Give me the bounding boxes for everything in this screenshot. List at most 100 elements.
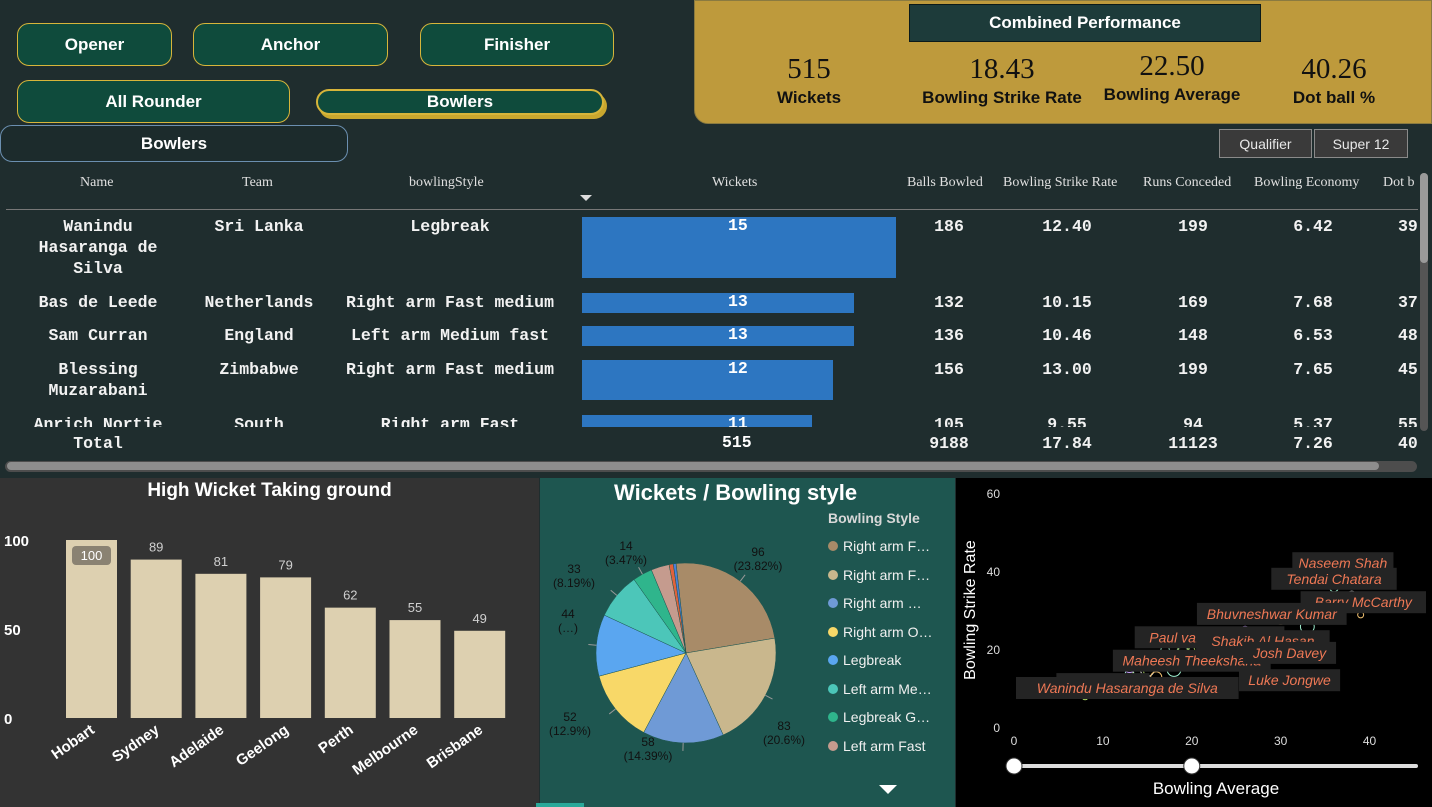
section-label-text: Bowlers: [140, 133, 208, 153]
x-tick-label: 10: [1096, 734, 1110, 748]
table-row-2-style: Right arm Fast medium: [346, 293, 554, 312]
range-slider-max-handle[interactable]: [1183, 757, 1201, 775]
col-header-bowling-style[interactable]: bowlingStyle: [409, 175, 484, 191]
wickets-bar: [582, 415, 813, 427]
legend-scroll-down-icon[interactable]: [879, 785, 897, 794]
legend-item[interactable]: Right arm F…: [828, 561, 953, 590]
total-runs: 11123: [1168, 434, 1218, 453]
table-row-4-wickets: 12: [728, 359, 748, 378]
finisher-button[interactable]: Finisher: [420, 23, 614, 66]
legend-item[interactable]: Right arm F…: [828, 532, 953, 561]
pie-data-label: 14: [619, 539, 633, 553]
qualifier-button[interactable]: Qualifier: [1219, 129, 1312, 158]
total-label: Total: [73, 434, 123, 453]
horizontal-scrollbar-thumb[interactable]: [7, 462, 1379, 470]
bar-hobart: [66, 540, 117, 718]
col-header-wickets[interactable]: Wickets: [712, 175, 757, 191]
data-label: 62: [343, 588, 357, 603]
y-axis-title: Bowling Strike Rate: [962, 540, 979, 680]
kpi-wickets: 515 Wickets: [749, 53, 869, 108]
kpi-strike-rate-value: 18.43: [969, 53, 1035, 85]
legend-item[interactable]: Left arm Fast: [828, 732, 953, 761]
vertical-scrollbar[interactable]: [1420, 173, 1428, 431]
table-row-1-wickets: 15: [728, 216, 748, 235]
horizontal-scrollbar[interactable]: [5, 461, 1417, 472]
legend-label: Right arm O…: [843, 623, 933, 640]
col-header-strike-rate[interactable]: Bowling Strike Rate: [1003, 175, 1117, 191]
table-row-5-dot: 55: [1398, 415, 1418, 427]
table-row-5-wickets: 11: [728, 414, 748, 427]
kpi-average-value: 22.50: [1139, 50, 1205, 82]
table-row-2-name: Bas de Leede: [38, 293, 158, 312]
pie-data-pct: (…): [558, 621, 578, 635]
header-divider: [6, 209, 1418, 210]
legend-item[interactable]: Right arm O…: [828, 618, 953, 647]
table-row-3-sr: 10.46: [1042, 326, 1092, 345]
wickets-bar: [582, 326, 855, 346]
kpi-dot-ball: 40.26 Dot ball %: [1275, 53, 1393, 108]
anchor-button-label: Anchor: [260, 34, 321, 54]
legend-item[interactable]: Left arm Me…: [828, 675, 953, 704]
y-tick-label: 0: [993, 721, 1000, 735]
legend-label: Right arm F…: [843, 538, 931, 555]
col-header-balls-bowled[interactable]: Balls Bowled: [907, 175, 983, 191]
table-row-1-team: Sri Lanka: [214, 217, 304, 236]
data-label: 79: [278, 557, 292, 572]
table-row-4-dot: 45: [1398, 360, 1418, 379]
pie-leader-line: [608, 708, 616, 715]
legend-item[interactable]: Legbreak: [828, 646, 953, 675]
table-row-4-econ: 7.65: [1293, 360, 1333, 379]
pie-leader-line: [638, 566, 643, 575]
point-label: Wanindu Hasaranga de Silva: [1037, 680, 1218, 696]
pie-data-label: 52: [563, 710, 577, 724]
table-row-1-runs: 199: [1178, 217, 1208, 236]
table-row-5-econ: 5.37: [1293, 415, 1333, 427]
bowlers-button[interactable]: Bowlers: [316, 89, 604, 115]
section-label: Bowlers: [0, 125, 348, 162]
kpi-wickets-label: Wickets: [776, 88, 842, 107]
x-tick-label: 0: [1011, 734, 1018, 748]
col-header-economy[interactable]: Bowling Economy: [1254, 175, 1359, 191]
point-label: Luke Jongwe: [1248, 672, 1331, 688]
legend-label: Right arm …: [843, 595, 922, 612]
pie-data-pct: (12.9%): [549, 724, 591, 738]
data-label: 55: [408, 600, 422, 615]
table-row-5-runs: 94: [1183, 415, 1203, 427]
table-row-3-name: Sam Curran: [48, 326, 148, 345]
vertical-scrollbar-thumb[interactable]: [1420, 173, 1428, 263]
col-header-dot-ball[interactable]: Dot b: [1383, 175, 1415, 191]
table-row-3-wickets: 13: [728, 325, 748, 344]
all-rounder-button[interactable]: All Rounder: [17, 80, 290, 123]
range-slider-min-handle[interactable]: [1005, 757, 1023, 775]
table-row-3-runs: 148: [1178, 326, 1208, 345]
legend-item[interactable]: Right arm …: [828, 589, 953, 618]
table-row-5-name: Anrich Nortje: [33, 415, 163, 427]
sort-desc-icon[interactable]: [580, 195, 592, 201]
bar-geelong: [260, 577, 312, 718]
point-label: Maheesh Theekshana: [1123, 653, 1262, 669]
pie-leader-line: [739, 574, 746, 582]
table-row-3-balls: 136: [934, 326, 964, 345]
bar-brisbane: [454, 630, 506, 718]
legend-marker-icon: [828, 598, 838, 609]
x-tick-label: Adelaide: [166, 721, 227, 771]
legend-marker-icon: [828, 683, 838, 694]
col-header-team[interactable]: Team: [242, 175, 273, 191]
pie-leader-line: [765, 694, 773, 700]
legend-item[interactable]: Legbreak G…: [828, 703, 953, 732]
table-row-3-team: England: [224, 326, 294, 345]
kpi-average: 22.50 Bowling Average: [1097, 50, 1247, 105]
kpi-average-label: Bowling Average: [1103, 85, 1241, 104]
data-label: 89: [149, 540, 163, 555]
col-header-name[interactable]: Name: [80, 175, 113, 191]
table-row-3-style: Left arm Medium fast: [350, 326, 550, 345]
bar-perth: [324, 607, 376, 718]
table-row-5-team: South: [234, 415, 284, 427]
opener-button[interactable]: Opener: [17, 23, 172, 66]
table-row-1-econ: 6.42: [1293, 217, 1333, 236]
range-slider-track[interactable]: [1014, 764, 1418, 768]
col-header-runs-conceded[interactable]: Runs Conceded: [1143, 175, 1231, 191]
super12-button[interactable]: Super 12: [1314, 129, 1408, 158]
y-tick-label: 50: [4, 622, 21, 639]
anchor-button[interactable]: Anchor: [193, 23, 388, 66]
